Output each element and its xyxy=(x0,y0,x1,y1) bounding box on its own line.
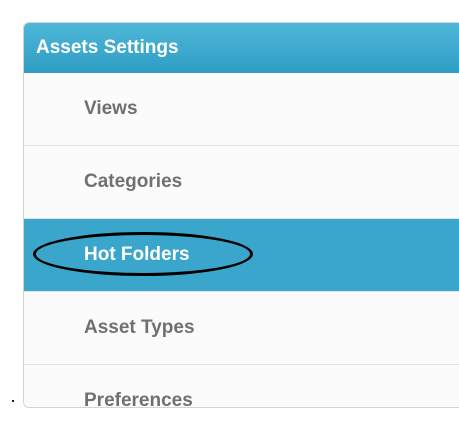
menu-item-label: Hot Folders xyxy=(84,244,190,265)
panel-title: Assets Settings xyxy=(24,23,459,73)
menu-item-label: Preferences xyxy=(84,390,193,408)
menu-item-label: Categories xyxy=(84,171,183,192)
screenshot-stage: Assets Settings Views Categories Hot Fol… xyxy=(0,0,459,433)
menu-item-label: Views xyxy=(84,98,138,119)
menu-item-categories[interactable]: Categories xyxy=(24,146,459,219)
menu-item-label: Asset Types xyxy=(84,317,195,338)
menu-item-preferences[interactable]: Preferences xyxy=(24,365,459,408)
menu-item-views[interactable]: Views xyxy=(24,73,459,146)
menu-item-asset-types[interactable]: Asset Types xyxy=(24,292,459,365)
menu-item-hot-folders[interactable]: Hot Folders xyxy=(24,219,459,292)
assets-settings-panel: Assets Settings Views Categories Hot Fol… xyxy=(23,22,459,408)
stray-mark xyxy=(12,400,14,402)
